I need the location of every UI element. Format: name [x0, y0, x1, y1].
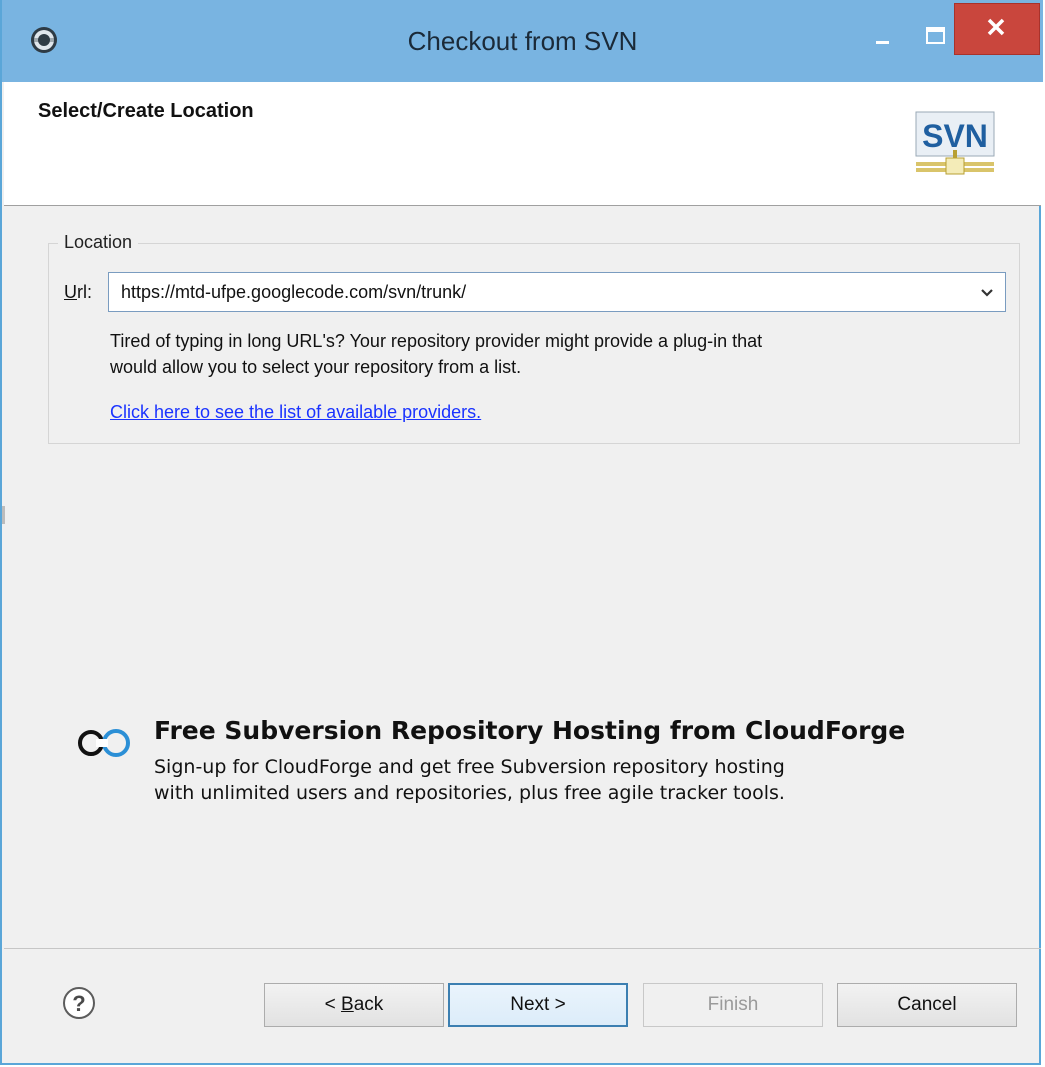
help-icon[interactable]: ?	[62, 986, 96, 1020]
cloudforge-logo-icon	[78, 729, 130, 757]
svn-logo-icon: SVN	[915, 111, 995, 175]
url-input-value[interactable]: https://mtd-ufpe.googlecode.com/svn/trun…	[121, 282, 466, 303]
providers-link[interactable]: Click here to see the list of available …	[110, 402, 481, 423]
url-label-rest: rl:	[77, 282, 92, 302]
svn-logo-text: SVN	[922, 118, 988, 154]
wizard-header: Select/Create Location SVN	[4, 82, 1041, 206]
close-icon	[987, 18, 1005, 36]
hint-line-2: would allow you to select your repositor…	[110, 357, 522, 377]
hint-line-1: Tired of typing in long URL's? Your repo…	[110, 331, 763, 351]
finish-button[interactable]: Finish	[643, 983, 823, 1027]
url-combobox[interactable]: https://mtd-ufpe.googlecode.com/svn/trun…	[108, 272, 1006, 312]
next-button[interactable]: Next >	[448, 983, 628, 1027]
url-hint-text: Tired of typing in long URL's? Your repo…	[110, 328, 1010, 380]
chevron-down-icon[interactable]	[979, 283, 995, 301]
minimize-icon[interactable]	[860, 22, 906, 52]
maximize-icon[interactable]	[917, 22, 953, 52]
cloudforge-description: Sign-up for CloudForge and get free Subv…	[154, 754, 1014, 806]
back-button[interactable]: < Back	[264, 983, 444, 1027]
cloudforge-line-1: Sign-up for CloudForge and get free Subv…	[154, 756, 785, 778]
close-button[interactable]	[954, 3, 1040, 55]
url-label-mnemonic: U	[64, 282, 77, 302]
cloudforge-title: Free Subversion Repository Hosting from …	[154, 716, 906, 745]
checkout-dialog: Checkout from SVN Select/Create Location…	[0, 0, 1043, 1065]
back-label-rest: ack	[353, 994, 384, 1015]
back-label-prefix: <	[324, 994, 342, 1015]
edge-mark	[2, 506, 5, 524]
cloudforge-line-2: with unlimited users and repositories, p…	[154, 782, 785, 804]
cancel-button[interactable]: Cancel	[837, 983, 1017, 1027]
url-label: Url:	[64, 282, 92, 303]
page-title: Select/Create Location	[38, 100, 254, 122]
back-label-mnemonic: B	[341, 994, 354, 1015]
footer-divider	[4, 948, 1041, 949]
location-group-label: Location	[58, 232, 139, 253]
title-bar[interactable]: Checkout from SVN	[2, 0, 1043, 82]
svg-text:?: ?	[72, 991, 85, 1016]
